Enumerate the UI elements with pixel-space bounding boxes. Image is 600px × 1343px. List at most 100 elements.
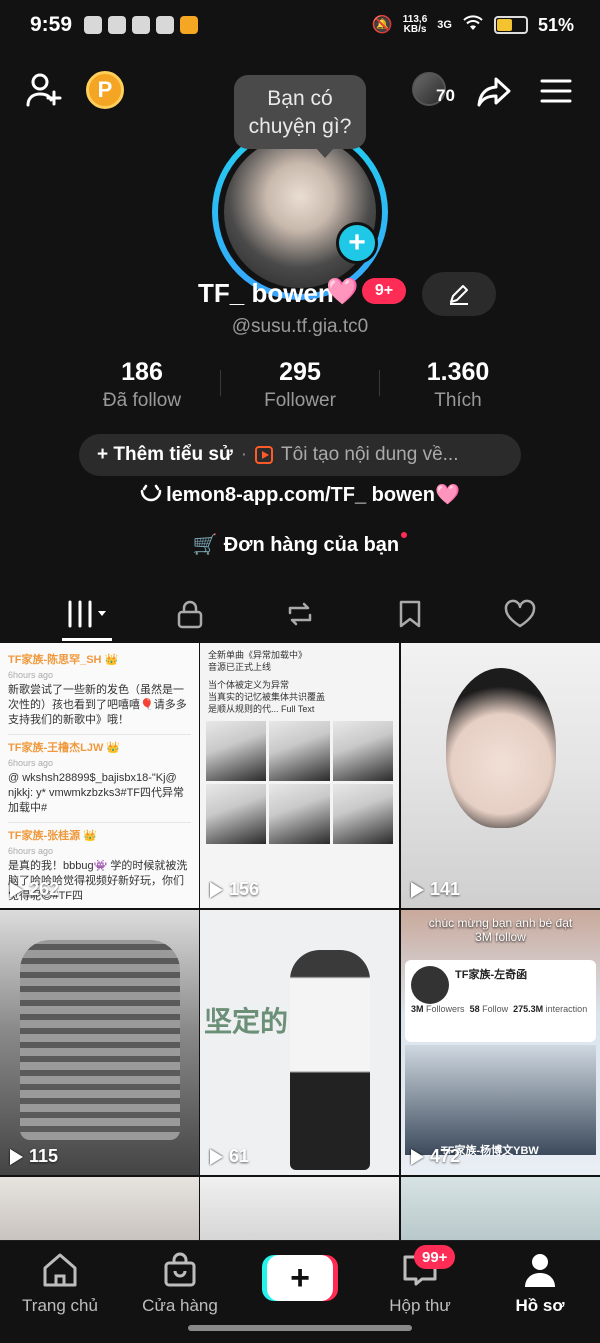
object-image [20,940,180,1140]
nav-label: Hồ sơ [515,1296,565,1315]
menu-icon[interactable] [538,74,574,108]
pencil-icon [450,285,468,305]
active-tab-indicator [62,638,112,641]
post-text: @ wkshsh28899$_bajisbx18-"Kj@ njkkj: y* … [8,772,185,814]
stat-followers[interactable]: 295 Follower [220,356,380,414]
bio-pill[interactable]: + Thêm tiểu sử · Tôi tạo nội dung về... [79,434,521,476]
view-count: 156 [210,879,259,900]
coins-button[interactable]: P [86,71,124,109]
play-icon [411,881,424,898]
app-icon [132,16,151,34]
play-icon [210,881,223,898]
home-icon [43,1253,77,1287]
tab-private[interactable] [130,586,250,642]
video-thumbnail[interactable]: chúc mừng bạn anh bé đạt 3M follow TF家族-左… [401,910,600,1175]
play-icon [10,881,23,898]
view-count: 262 [10,879,59,900]
video-thumbnail[interactable] [401,1177,600,1241]
tab-saved[interactable] [350,586,470,642]
stat-value: 186 [121,358,163,386]
caption-line: 当真实的记忆被集体共识覆盖 [208,692,326,702]
shopping-bag-icon [164,1252,196,1287]
stat-value: 1.360 [426,358,490,386]
weibo-icon [180,16,199,34]
post-user: TF家族-陈思罕_SH 👑 [8,654,119,666]
thumbnail-content: 全新单曲《异常加载中》 音源已正式上线 当个体被定义为异常 当真实的记忆被集体共… [200,643,399,721]
display-name: TF_ bowen [198,278,334,308]
home-indicator[interactable] [188,1325,412,1331]
play-icon [411,1148,424,1165]
nav-shop[interactable]: Cửa hàng [120,1251,240,1316]
video-thumbnail[interactable]: 141 [401,643,600,908]
notification-badge[interactable]: 9+ [362,278,406,304]
caption-line: 当个体被定义为异常 [208,680,290,690]
username-handle: @susu.tf.gia.tc0 [231,316,369,337]
wifi-icon [462,14,484,37]
divider [8,822,191,823]
stat-label: Đã follow [102,390,182,411]
card-stats: 3M Followers 58 Follow 275.3M interactio… [411,1004,588,1014]
tab-reposts[interactable] [240,586,360,642]
visitor-count: 70 [436,86,455,105]
nav-profile[interactable]: Hồ sơ [480,1251,600,1316]
link-text: lemon8-app.com/TF_ bowen [166,484,435,506]
cart-icon: 🛒 [192,534,218,556]
caption-line: 音源已正式上线 [208,662,272,672]
view-count: 115 [10,1146,58,1167]
add-friend-icon[interactable] [24,70,64,110]
card-name: TF家族-左奇函 [455,969,528,981]
caption-line: 是顺从规则的代... Full Text [208,704,315,714]
video-thumbnail[interactable] [200,1177,399,1241]
card-avatar [411,966,449,1004]
signal-label: 3G [437,19,452,31]
status-bubble[interactable]: Bạn có chuyện gì? [234,75,366,158]
nav-label: Cửa hàng [142,1296,218,1315]
tab-videos[interactable] [27,586,147,642]
video-thumbnail[interactable]: 坚定的 61 [200,910,399,1175]
network-speed: 113,6 KB/s [402,14,428,35]
share-icon[interactable] [474,72,514,112]
orders-dot [401,532,408,538]
add-story-button[interactable]: + [336,222,378,264]
caption-line: 全新单曲《异常加载中》 [208,650,308,660]
nav-label: Trang chủ [22,1296,98,1315]
video-thumbnail[interactable]: TF家族-陈思罕_SH 👑 6hours ago 新歌尝试了一些新的发色（虽然是… [0,643,199,908]
status-time: 9:59 [30,13,73,36]
view-count: 141 [411,879,460,900]
stat-label: Thích [434,390,482,411]
creator-icon [255,446,274,464]
profile-screen: { "status_bar": { "time": "9:59", "net_s… [0,0,600,1343]
edit-profile-button[interactable] [422,272,496,316]
battery-icon [493,16,528,34]
tab-liked[interactable] [460,586,580,642]
heart-icon [504,599,536,628]
grid-icon [68,600,106,628]
thumbnail-content: TF家族-陈思罕_SH 👑 6hours ago 新歌尝试了一些新的发色（虽然是… [0,643,199,908]
name-emoji: 🩷 [326,276,359,306]
video-thumbnail[interactable] [0,1177,199,1241]
lemon8-icon [156,16,175,34]
nav-home[interactable]: Trang chủ [0,1251,120,1316]
stat-following[interactable]: 186 Đã follow [62,356,222,414]
profile-link[interactable]: lemon8-app.com/TF_ bowen🩷 [0,482,600,507]
stat-label: Follower [264,390,336,411]
add-bio-button[interactable]: + Thêm tiểu sử [97,444,233,466]
dancer-image [290,950,370,1170]
bio-description[interactable]: Tôi tạo nội dung về... [281,444,458,466]
post-time: 6hours ago [8,846,54,856]
link-icon [140,484,162,502]
avatar-image [224,136,376,288]
profile-card-image: TF家族-左奇函 3M Followers 58 Follow 275.3M i… [405,960,596,1042]
name-row: TF_ bowen 🩷 9+ [0,272,600,316]
post-text: 新歌尝试了一些新的发色（虽然是一次性的）孩也看到了吧嘻嘻🎈请多多支持我们的新歌中… [8,684,187,726]
create-button[interactable]: + [267,1255,333,1301]
video-thumbnail[interactable]: 115 [0,910,199,1175]
portrait-image [446,668,556,828]
view-count: 472 [411,1146,460,1167]
inbox-badge: 99+ [414,1245,456,1269]
orders-link[interactable]: 🛒 Đơn hàng của bạn [0,532,600,557]
profile-stats: 186 Đã follow 295 Follower 1.360 Thích [0,356,600,416]
nav-label: Hộp thư [389,1296,451,1315]
video-thumbnail[interactable]: 全新单曲《异常加载中》 音源已正式上线 当个体被定义为异常 当真实的记忆被集体共… [200,643,399,908]
stat-likes[interactable]: 1.360 Thích [378,356,538,414]
